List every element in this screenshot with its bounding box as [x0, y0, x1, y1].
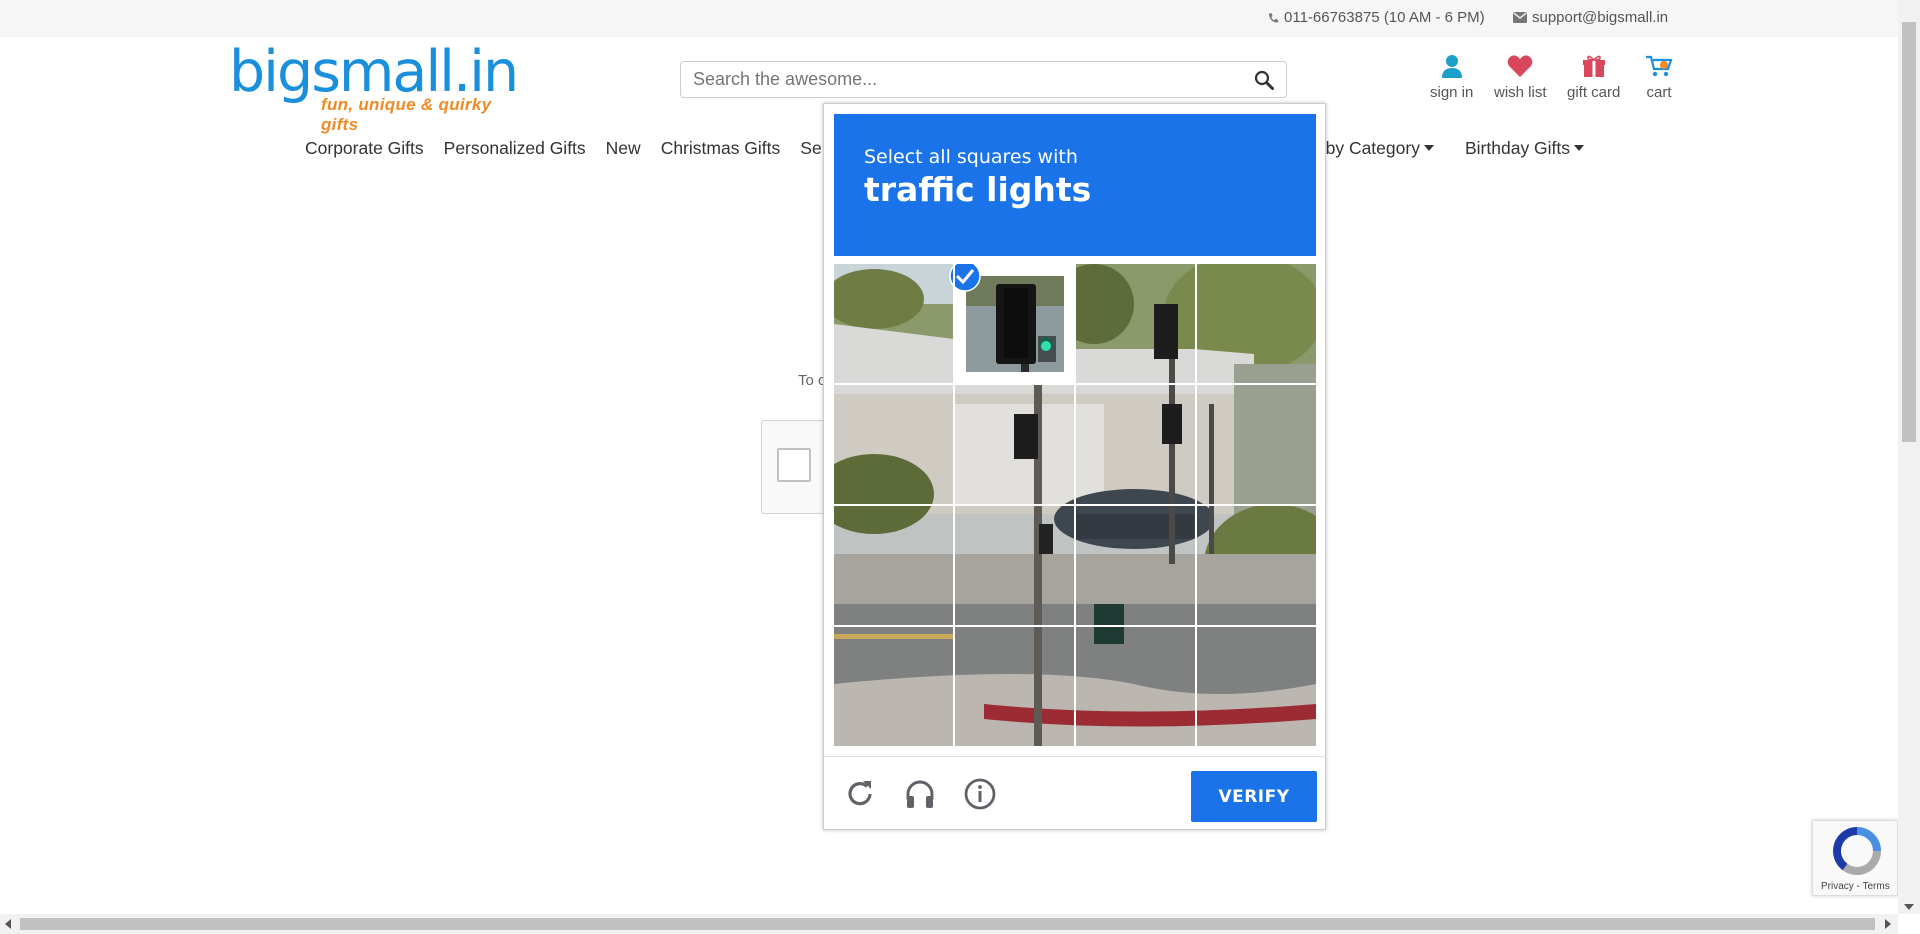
reload-icon[interactable] — [843, 777, 877, 811]
search-input[interactable] — [681, 62, 1221, 97]
logo-tagline: fun, unique & quirky gifts — [321, 95, 492, 134]
caret-down-icon — [1574, 145, 1585, 151]
cart-label: cart — [1646, 84, 1672, 101]
captcha-tile[interactable] — [1076, 264, 1195, 383]
recaptcha-logo-icon — [1833, 827, 1881, 875]
captcha-target: traffic lights — [864, 170, 1092, 209]
heart-icon — [1507, 55, 1533, 77]
nav-personalized-gifts[interactable]: Personalized Gifts — [444, 138, 586, 159]
nav-shop-by-category-label: p by Category — [1311, 137, 1420, 158]
top-bar: 011-66763875 (10 AM - 6 PM) support@bigs… — [0, 0, 1898, 37]
scroll-right-icon[interactable] — [1885, 919, 1891, 929]
nav-corporate-gifts[interactable]: Corporate Gifts — [305, 138, 424, 159]
recaptcha-badge[interactable]: Privacy - Terms — [1812, 820, 1898, 896]
page: 011-66763875 (10 AM - 6 PM) support@bigs… — [0, 0, 1920, 934]
captcha-tile[interactable] — [834, 264, 953, 383]
captcha-tile[interactable] — [955, 627, 1074, 746]
page-instruction-text: To c — [798, 372, 826, 389]
phone-text: 011-66763875 (10 AM - 6 PM) — [1284, 9, 1485, 26]
captcha-tile-selected[interactable] — [949, 264, 1074, 383]
user-icon — [1441, 55, 1462, 78]
grid-divider — [834, 504, 1316, 506]
captcha-tile[interactable] — [1197, 506, 1316, 625]
nav-christmas-gifts[interactable]: Christmas Gifts — [661, 138, 781, 159]
email-contact[interactable]: support@bigsmall.in — [1513, 9, 1668, 26]
phone-contact[interactable]: 011-66763875 (10 AM - 6 PM) — [1268, 9, 1485, 26]
site-logo[interactable]: bigsmall.in fun, unique & quirky gifts — [229, 39, 529, 134]
cart-link[interactable]: cart — [1644, 54, 1674, 101]
nav-birthday-gifts-label: Birthday Gifts — [1465, 137, 1571, 158]
gift-card-label: gift card — [1567, 84, 1621, 101]
captcha-instruction: Select all squares with — [864, 146, 1078, 168]
captcha-header: Select all squares with traffic lights — [834, 114, 1316, 256]
captcha-footer: VERIFY — [824, 756, 1325, 830]
captcha-tile[interactable] — [1076, 506, 1195, 625]
captcha-tile[interactable] — [834, 385, 953, 504]
vertical-scrollbar[interactable] — [1898, 0, 1920, 914]
main-nav: Corporate Gifts Personalized Gifts New C… — [305, 133, 842, 163]
captcha-challenge: Select all squares with traffic lights V… — [823, 103, 1326, 830]
sign-in-link[interactable]: sign in — [1430, 54, 1473, 101]
email-text: support@bigsmall.in — [1532, 9, 1669, 26]
vertical-scroll-thumb[interactable] — [1902, 22, 1916, 442]
horizontal-scroll-thumb[interactable] — [20, 918, 1875, 930]
audio-icon[interactable] — [903, 777, 937, 811]
captcha-tile[interactable] — [955, 506, 1074, 625]
verify-button[interactable]: VERIFY — [1191, 771, 1317, 822]
captcha-tile[interactable] — [955, 385, 1074, 504]
captcha-tile[interactable] — [1076, 385, 1195, 504]
captcha-tile[interactable] — [834, 506, 953, 625]
logo-brand: bigsmall.in — [229, 39, 519, 105]
sign-in-label: sign in — [1430, 84, 1474, 101]
grid-divider — [834, 383, 1316, 385]
captcha-tile[interactable] — [1197, 627, 1316, 746]
nav-shop-by-category[interactable]: p by Category — [1311, 133, 1434, 163]
cart-icon — [1646, 55, 1673, 77]
phone-icon — [1268, 12, 1279, 23]
captcha-tile[interactable] — [834, 627, 953, 746]
wish-list-label: wish list — [1494, 84, 1547, 101]
recaptcha-terms[interactable]: Privacy - Terms — [1821, 881, 1890, 892]
info-icon[interactable] — [963, 777, 997, 811]
nav-se[interactable]: Se — [800, 138, 821, 159]
search-icon[interactable] — [1254, 70, 1274, 90]
search-bar — [680, 61, 1287, 98]
nav-new[interactable]: New — [606, 138, 641, 159]
captcha-tile[interactable] — [1197, 385, 1316, 504]
scroll-left-icon[interactable] — [5, 919, 11, 929]
recaptcha-checkbox[interactable] — [777, 448, 811, 482]
wish-list-link[interactable]: wish list — [1494, 54, 1547, 101]
captcha-tile[interactable] — [1197, 264, 1316, 383]
scroll-down-icon[interactable] — [1904, 904, 1914, 910]
grid-divider — [834, 625, 1316, 627]
captcha-tile[interactable] — [1076, 627, 1195, 746]
captcha-image-grid — [834, 264, 1316, 746]
nav-birthday-gifts[interactable]: Birthday Gifts — [1465, 133, 1585, 163]
gift-card-link[interactable]: gift card — [1567, 54, 1620, 101]
horizontal-scrollbar[interactable] — [0, 914, 1898, 934]
gift-icon — [1582, 55, 1605, 77]
caret-down-icon — [1423, 145, 1434, 151]
envelope-icon — [1513, 12, 1527, 23]
